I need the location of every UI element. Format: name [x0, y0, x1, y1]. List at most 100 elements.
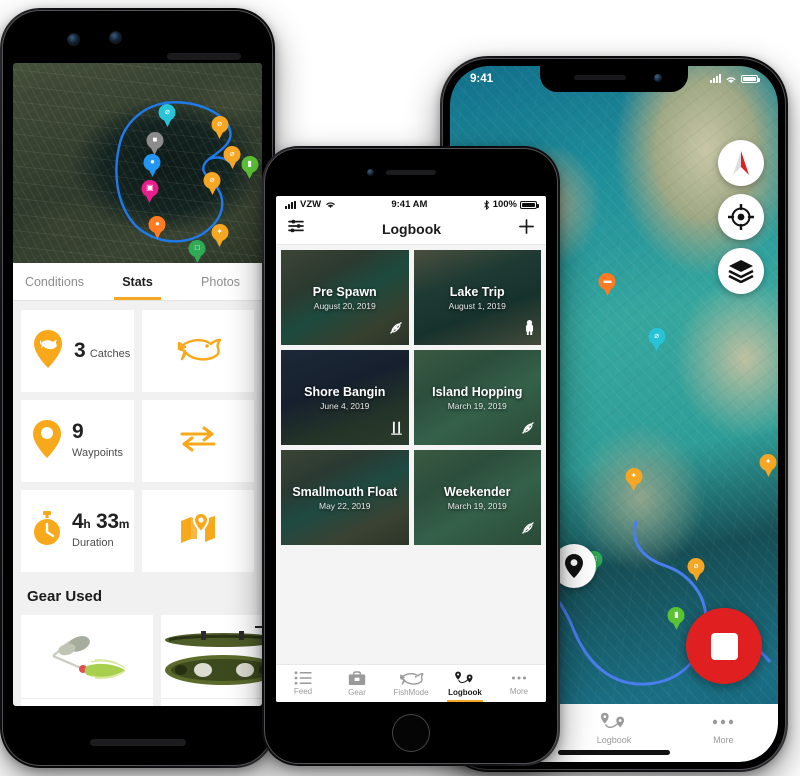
- map-pin-vegetation[interactable]: ▮: [241, 156, 259, 179]
- tab-feed[interactable]: Feed: [276, 665, 330, 702]
- earpiece-speaker: [167, 53, 241, 60]
- stopwatch-icon: [33, 510, 61, 552]
- logbook-card[interactable]: Smallmouth Float May 22, 2019: [281, 450, 409, 545]
- map-pin-fish-catch[interactable]: ⌀: [648, 328, 666, 352]
- tab-logbook-label: Logbook: [448, 687, 482, 697]
- shore-icon: [390, 420, 403, 440]
- waypoint-pin-icon: [565, 554, 583, 578]
- front-camera-icon: [654, 74, 662, 82]
- pin-glyph: ●: [154, 219, 160, 228]
- stat-card-waypoints[interactable]: 9 Waypoints: [21, 400, 134, 482]
- logbook-card-date: March 19, 2019: [447, 400, 507, 411]
- map-pin-fish-catch[interactable]: ⌀: [158, 104, 176, 127]
- logbook-card-title: Weekender: [444, 484, 511, 499]
- tab-gear[interactable]: Gear: [330, 665, 384, 702]
- logbook-card[interactable]: Weekender March 19, 2019: [413, 450, 541, 545]
- stat-card-distance[interactable]: [141, 400, 254, 482]
- gear-name-kayak: Vibe Kayaks — Sk: [161, 699, 262, 706]
- route-pins-icon: [455, 671, 473, 683]
- ellipsis-icon: [511, 676, 527, 680]
- pin-glyph: ⌀: [229, 149, 235, 158]
- tab-logbook[interactable]: Logbook: [438, 665, 492, 702]
- swap-arrows-icon: [178, 426, 218, 457]
- logbook-card[interactable]: Island Hopping March 19, 2019: [413, 350, 541, 445]
- fish-pin-icon: [33, 329, 63, 373]
- map-pin-bait[interactable]: ✦: [211, 224, 229, 247]
- pin-glyph: ✦: [630, 470, 638, 480]
- fish-icon: [175, 335, 221, 368]
- center-phone-device: VZW 9:41 AM 100% Logbook Pre Spawn Augus…: [262, 146, 560, 766]
- map-pin-vegetation[interactable]: ▮: [667, 606, 685, 630]
- tab-conditions[interactable]: Conditions: [13, 263, 96, 300]
- logbook-card-overlay: Lake Trip August 1, 2019: [414, 250, 542, 345]
- stat-duration-hours: 4: [72, 510, 84, 533]
- pin-glyph: ▣: [146, 183, 154, 192]
- stat-card-catches[interactable]: 3 Catches: [21, 310, 134, 392]
- stat-card-species[interactable]: [141, 310, 254, 392]
- filter-sliders-icon[interactable]: [288, 219, 304, 238]
- map-pin-launch[interactable]: ●: [148, 216, 166, 239]
- logbook-card[interactable]: Pre Spawn August 20, 2019: [281, 250, 409, 345]
- kayak-icon: [521, 421, 535, 440]
- tab-conditions-label: Conditions: [24, 274, 85, 289]
- map-pin-camera[interactable]: □: [188, 240, 206, 263]
- pin-glyph: ⌀: [209, 175, 215, 184]
- map-pin-catch-b[interactable]: ⌀: [223, 146, 241, 169]
- map-pin-launch[interactable]: ▬: [598, 272, 616, 296]
- stat-card-duration[interactable]: 4h 33m Duration: [21, 490, 134, 572]
- compass-button[interactable]: [718, 140, 764, 186]
- battery-icon: [741, 75, 760, 83]
- gear-card-lure[interactable]: Single Prop — Clacker 3 Catches: [21, 615, 154, 706]
- layers-button[interactable]: [718, 248, 764, 294]
- locate-button[interactable]: [718, 194, 764, 240]
- tab-logbook[interactable]: Logbook: [559, 712, 668, 745]
- stop-recording-button[interactable]: [686, 608, 762, 684]
- tab-more-label: More: [713, 735, 734, 745]
- status-time: 9:41: [470, 73, 494, 85]
- logbook-entry-list[interactable]: Pre Spawn August 20, 2019 Lake Trip August …: [276, 245, 546, 664]
- status-indicators: [710, 74, 760, 84]
- tab-stats[interactable]: Stats: [96, 263, 179, 300]
- home-button[interactable]: [392, 714, 430, 752]
- map-pin-bait-a[interactable]: ✦: [625, 467, 643, 491]
- tab-photos[interactable]: Photos: [179, 263, 262, 300]
- earpiece-speaker: [574, 75, 626, 80]
- person-icon: [524, 320, 535, 340]
- map-pin-bait-b[interactable]: ✦: [759, 453, 777, 477]
- spinnerbait-lure-image: [21, 615, 154, 699]
- logbook-card-date: May 22, 2019: [318, 500, 371, 511]
- fish-icon: [400, 672, 424, 685]
- front-camera-icon: [68, 34, 79, 45]
- status-bar: VZW 9:41 AM 100%: [276, 196, 546, 213]
- stat-duration-label: Duration: [72, 537, 114, 549]
- locate-crosshair-icon: [728, 204, 754, 230]
- tab-fishmode[interactable]: FishMode: [384, 665, 438, 702]
- map-pin-catch-a[interactable]: ⌀: [211, 116, 229, 139]
- home-indicator: [558, 750, 670, 755]
- tab-more[interactable]: More: [669, 712, 778, 745]
- pin-glyph: ▮: [674, 609, 679, 619]
- logbook-card[interactable]: Shore Bangin June 4, 2019: [281, 350, 409, 445]
- stat-catches-value: 3: [74, 339, 86, 362]
- map-pin-marker[interactable]: ●: [143, 154, 161, 177]
- marketing-screenshot-composite: ⌀ ■ ● ▣ ● ⌀ ⌀ ⌀ ✦ ▮ □ Conditions Stats Photos: [0, 0, 800, 776]
- status-battery-percent: 100%: [492, 199, 517, 210]
- map-pin-catch-c[interactable]: ⌀: [203, 172, 221, 195]
- map-pin-note[interactable]: ■: [146, 132, 164, 155]
- pin-glyph: ⌀: [164, 107, 170, 116]
- trip-map[interactable]: ⌀ ■ ● ▣ ● ⌀ ⌀ ⌀ ✦ ▮ □: [13, 63, 262, 263]
- kayak-icon: [521, 521, 535, 540]
- gear-card-kayak[interactable]: Vibe Kayaks — Sk 1.3 miles: [161, 615, 262, 706]
- stat-duration-minutes-unit: m: [118, 517, 130, 531]
- status-carrier: VZW: [300, 199, 322, 210]
- stat-card-area[interactable]: [141, 490, 254, 572]
- pin-glyph: ⌀: [693, 561, 699, 571]
- map-pin-catch-a[interactable]: ⌀: [687, 558, 705, 582]
- logbook-card-overlay: Smallmouth Float May 22, 2019: [281, 450, 409, 545]
- logbook-card[interactable]: Lake Trip August 1, 2019: [413, 250, 542, 345]
- tacklebox-icon: [348, 670, 366, 685]
- tab-more[interactable]: More: [492, 665, 546, 702]
- map-pin-photo[interactable]: ▣: [141, 180, 159, 203]
- plus-icon[interactable]: [519, 218, 534, 239]
- cellular-signal-icon: [710, 74, 721, 83]
